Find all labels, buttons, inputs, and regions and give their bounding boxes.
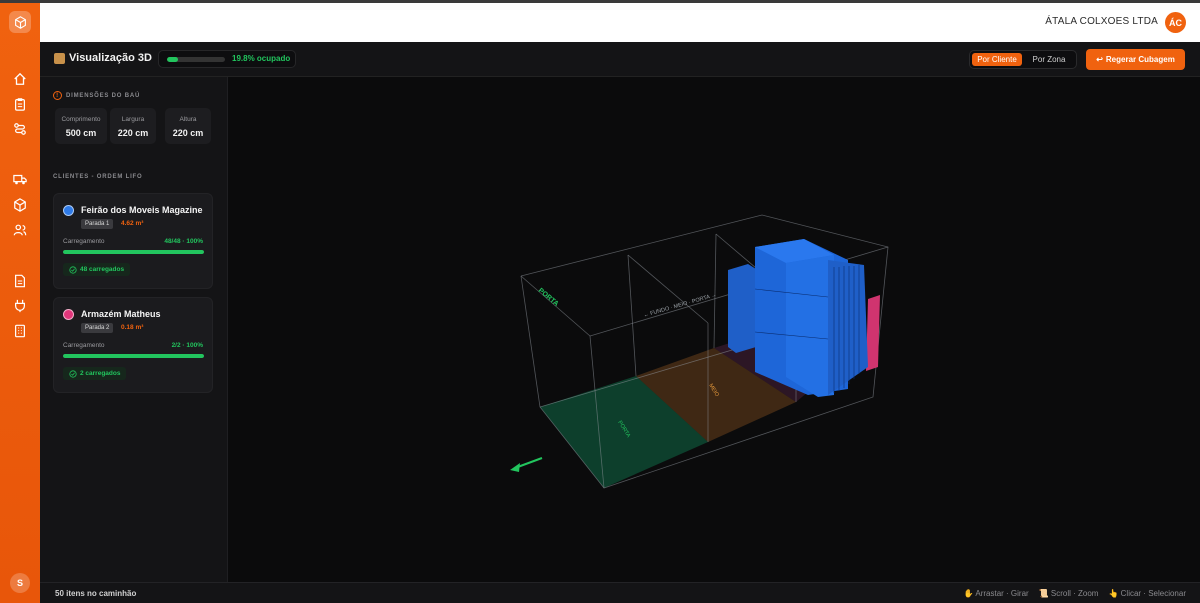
stop-badge: Parada 1 [81,219,114,229]
truck-icon[interactable] [10,169,30,189]
page-title-text: Visualização 3D [69,52,152,64]
client-color-dot [63,205,74,216]
items-count: 50 itens no caminhão [55,589,137,598]
viewer-toolbar: Visualização 3D 19.8% ocupado Por Client… [40,42,1200,77]
page-title: Visualização 3D [54,52,152,64]
info-circle-icon: ! [53,91,62,100]
loaded-badge: 48 carregados [63,263,131,276]
client-volume: 4.62 m³ [121,220,144,227]
dimensions-section-title: ! DIMENSÕES DO BAÚ [53,91,140,100]
client-name: Feirão dos Moveis Magazine [81,205,203,215]
check-circle-icon [69,265,77,274]
load-progress-fill [63,354,204,358]
check-circle-icon [69,369,77,378]
package-icon[interactable] [10,195,30,215]
hint-scroll: 📜 Scroll · Zoom [1038,589,1099,598]
app-logo-cube-icon[interactable] [9,11,31,33]
details-sidebar: ! DIMENSÕES DO BAÚ Comprimento 500 cm La… [40,77,228,582]
plug-icon[interactable] [10,296,30,316]
direction-arrow-icon [510,457,543,472]
wall-direction-label: ← FUNDO · MEIO · PORTA → [643,292,717,319]
users-icon[interactable] [10,220,30,240]
hint-click-text: Clicar · Selecionar [1120,589,1186,598]
door-3d-label: PORTA [537,287,560,308]
occupancy-bar [167,57,225,62]
hint-drag: ✋ Arrastar · Girar [963,589,1029,598]
dimension-height: Altura 220 cm [165,108,211,144]
document-icon[interactable] [10,271,30,291]
box-icon [54,52,65,64]
hint-drag-text: Arrastar · Girar [975,589,1029,598]
interaction-hints: ✋ Arrastar · Girar 📜 Scroll · Zoom 👆 Cli… [964,589,1186,598]
left-nav-rail: S [0,3,40,603]
3d-viewport[interactable]: PORTA ← FUNDO · MEIO · PORTA → PORTA MEI… [228,77,1200,582]
view-mode-by-client-button[interactable]: Por Cliente [972,53,1022,66]
dimension-value: 220 cm [172,128,204,138]
dimensions-title-text: DIMENSÕES DO BAÚ [66,92,141,99]
dimension-length: Comprimento 500 cm [55,108,107,144]
client-color-dot [63,309,74,320]
dimension-label: Altura [179,116,197,123]
dimension-width: Largura 220 cm [110,108,156,144]
hint-scroll-text: Scroll · Zoom [1050,589,1099,598]
route-icon[interactable] [10,119,30,139]
dimension-value: 500 cm [65,128,97,138]
regenerate-cubage-label: Regerar Cubagem [1105,55,1175,64]
company-name: ÁTALA COLXOES LTDA [1045,16,1158,27]
occupancy-indicator: 19.8% ocupado [158,50,296,68]
loaded-count-text: 48 carregados [80,266,125,273]
occupancy-label: 19.8% ocupado [232,54,291,63]
load-progress-fill [63,250,204,254]
regenerate-cubage-button[interactable]: ↩ Regerar Cubagem [1086,49,1185,70]
dimension-value: 220 cm [117,128,149,138]
client-card[interactable]: Armazém Matheus Parada 2 0.18 m³ Carrega… [53,297,213,393]
client-volume: 0.18 m³ [121,324,144,331]
view-mode-by-zone-button[interactable]: Por Zona [1024,53,1074,66]
load-count: 48/48 · 100% [164,238,203,245]
company-avatar[interactable]: ÁC [1165,12,1186,33]
stop-badge: Parada 2 [81,323,114,333]
clients-section-title: CLIENTES - ORDEM LIFO [53,174,143,180]
home-icon[interactable] [10,69,30,89]
load-label: Carregamento [63,238,105,245]
undo-arrow-icon: ↩ [1096,55,1103,64]
loaded-badge: 2 carregados [63,367,127,380]
occupancy-bar-fill [167,57,179,62]
clipboard-icon[interactable] [10,94,30,114]
top-header: ÁTALA COLXOES LTDA ÁC [40,3,1200,42]
load-count: 2/2 · 100% [171,342,203,349]
load-label: Carregamento [63,342,105,349]
truck-3d-scene[interactable]: PORTA ← FUNDO · MEIO · PORTA → PORTA MEI… [228,77,1200,582]
load-progress-bar [63,354,204,358]
view-mode-toggle: Por Cliente Por Zona [969,50,1077,69]
loaded-count-text: 2 carregados [80,370,121,377]
client-name: Armazém Matheus [81,309,161,319]
client-card[interactable]: Feirão dos Moveis Magazine Parada 1 4.62… [53,193,213,289]
status-footer: 50 itens no caminhão ✋ Arrastar · Girar … [40,582,1200,603]
user-avatar[interactable]: S [10,573,30,593]
dimension-label: Largura [121,116,145,123]
hint-click: 👆 Clicar · Selecionar [1108,589,1186,598]
dimension-label: Comprimento [61,116,101,123]
load-progress-bar [63,250,204,254]
cargo-box-client2[interactable] [866,295,880,371]
building-icon[interactable] [10,321,30,341]
